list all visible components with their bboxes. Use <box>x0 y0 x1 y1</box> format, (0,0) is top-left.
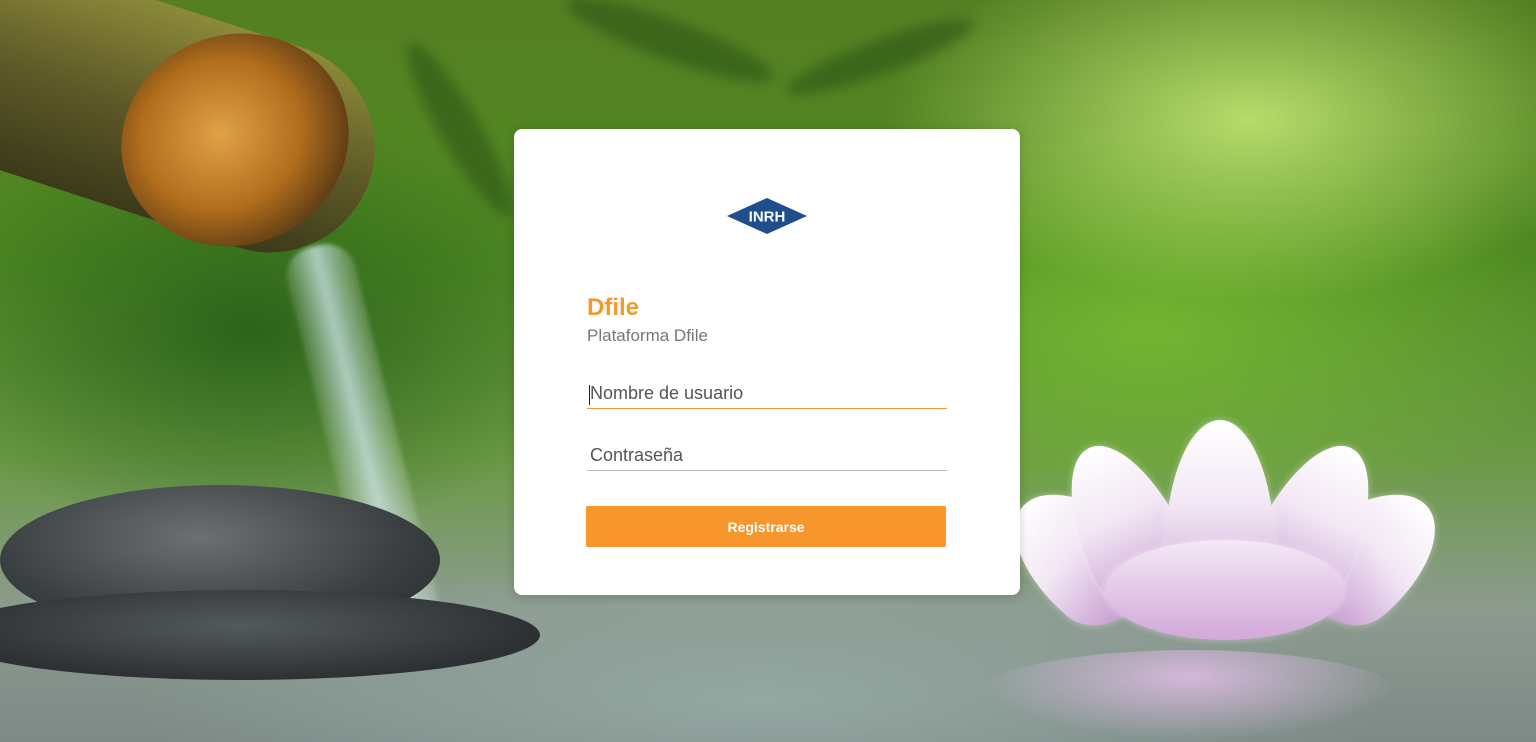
lotus-flower <box>987 420 1463 660</box>
register-button[interactable]: Registrarse <box>586 506 946 547</box>
inrh-logo: INRH <box>727 198 807 234</box>
password-input[interactable] <box>587 441 947 471</box>
logo-text: INRH <box>749 209 786 226</box>
lotus-reflection <box>980 650 1400 740</box>
username-input[interactable] <box>587 379 947 409</box>
app-subtitle: Plataforma Dfile <box>587 326 708 345</box>
login-card: INRH Dfile Plataforma Dfile Registrarse <box>514 129 1020 595</box>
text-cursor <box>589 385 590 405</box>
stone-base <box>0 590 540 680</box>
app-title: Dfile <box>587 294 640 321</box>
